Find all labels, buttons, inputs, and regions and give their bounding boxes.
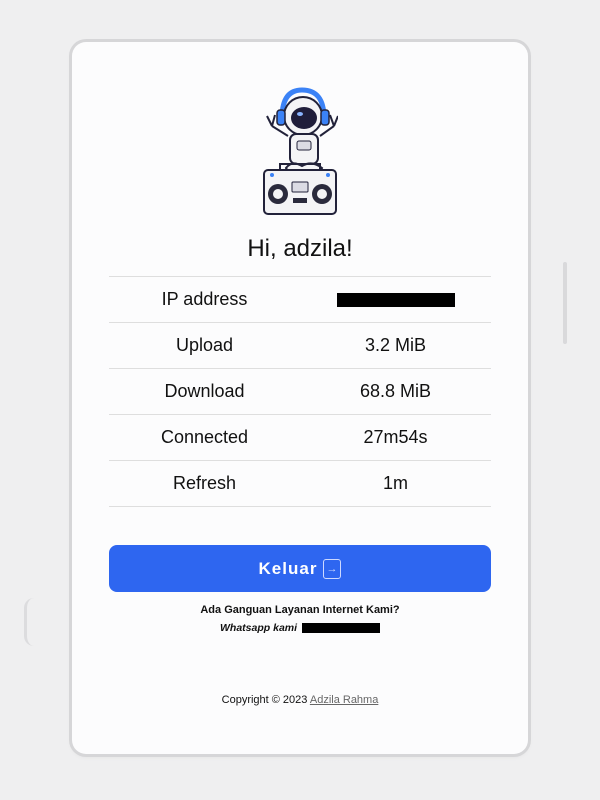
table-row: Connected 27m54s bbox=[109, 414, 491, 461]
row-value-ip bbox=[300, 276, 491, 323]
table-row: Upload 3.2 MiB bbox=[109, 322, 491, 369]
copyright-text: Copyright © 2023 bbox=[221, 694, 308, 706]
table-row: Download 68.8 MiB bbox=[109, 368, 491, 415]
row-label-download: Download bbox=[109, 368, 300, 415]
whatsapp-contact: Whatsapp kami bbox=[72, 622, 528, 634]
support-question: Ada Ganguan Layanan Internet Kami? bbox=[200, 604, 400, 616]
row-label-upload: Upload bbox=[109, 322, 300, 369]
greeting-title: Hi, adzila! bbox=[247, 235, 353, 262]
row-value-upload: 3.2 MiB bbox=[300, 322, 491, 369]
astronaut-dj-icon bbox=[263, 87, 338, 215]
row-label-refresh: Refresh bbox=[109, 460, 300, 507]
row-value-connected: 27m54s bbox=[300, 414, 491, 461]
row-value-download: 68.8 MiB bbox=[300, 368, 491, 415]
logout-button-label: Keluar bbox=[258, 558, 318, 578]
author-link[interactable]: Adzila Rahma bbox=[310, 694, 378, 706]
redaction-bar bbox=[336, 293, 455, 308]
row-value-refresh: 1m bbox=[300, 460, 491, 507]
row-label-ip: IP address bbox=[109, 276, 300, 323]
row-label-connected: Connected bbox=[109, 414, 300, 461]
status-card: Hi, adzila! IP address Upload 3.2 MiB Do… bbox=[72, 42, 528, 754]
logout-icon: → bbox=[323, 558, 342, 579]
logout-button[interactable]: Keluar → bbox=[109, 545, 491, 592]
session-info-table: IP address Upload 3.2 MiB Download 68.8 … bbox=[109, 276, 491, 507]
redaction-bar bbox=[301, 623, 380, 634]
whatsapp-label: Whatsapp kami bbox=[220, 622, 298, 634]
scrollbar-thumb[interactable] bbox=[563, 262, 567, 344]
table-row: IP address bbox=[109, 276, 491, 323]
footer: Copyright © 2023 Adzila Rahma bbox=[72, 694, 528, 706]
edge-decoration bbox=[24, 598, 37, 646]
table-row: Refresh 1m bbox=[109, 460, 491, 507]
